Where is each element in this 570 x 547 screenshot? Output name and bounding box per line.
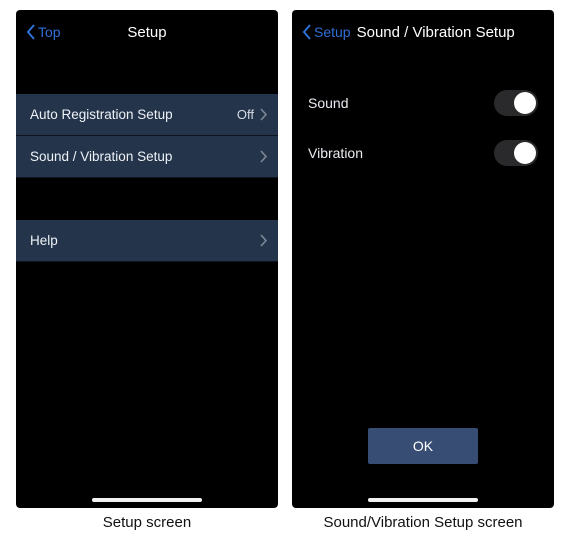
- row-label: Help: [30, 233, 260, 248]
- row-auto-registration-setup[interactable]: Auto Registration Setup Off: [16, 94, 278, 136]
- chevron-right-icon: [260, 108, 268, 121]
- chevron-right-icon: [260, 150, 268, 163]
- vibration-toggle[interactable]: [494, 140, 538, 166]
- spacer: [16, 178, 278, 220]
- back-button[interactable]: Top: [26, 24, 61, 40]
- home-indicator[interactable]: [368, 498, 478, 502]
- navbar: Setup Sound / Vibration Setup: [292, 10, 554, 54]
- toggle-row-vibration: Vibration: [292, 124, 554, 174]
- sound-toggle[interactable]: [494, 90, 538, 116]
- toggle-row-sound: Sound: [292, 74, 554, 124]
- sound-vibration-setup-screen: Setup Sound / Vibration Setup Sound Vibr…: [292, 10, 554, 508]
- back-label: Setup: [314, 24, 351, 40]
- caption-left: Setup screen: [16, 514, 278, 531]
- home-indicator[interactable]: [92, 498, 202, 502]
- toggle-label: Sound: [308, 95, 494, 111]
- setup-screen: Top Setup Auto Registration Setup Off So…: [16, 10, 278, 508]
- toggle-knob: [514, 142, 536, 164]
- ok-button-label: OK: [413, 438, 433, 454]
- ok-button[interactable]: OK: [368, 428, 478, 464]
- row-value: Off: [237, 107, 254, 122]
- row-label: Sound / Vibration Setup: [30, 149, 260, 164]
- caption-right: Sound/Vibration Setup screen: [292, 514, 554, 531]
- spacer: [292, 54, 554, 74]
- toggle-knob: [514, 92, 536, 114]
- chevron-left-icon: [26, 24, 36, 40]
- page-title: Sound / Vibration Setup: [357, 24, 515, 41]
- spacer: [16, 54, 278, 94]
- navbar: Top Setup: [16, 10, 278, 54]
- row-sound-vibration-setup[interactable]: Sound / Vibration Setup: [16, 136, 278, 178]
- row-label: Auto Registration Setup: [30, 107, 237, 122]
- chevron-left-icon: [302, 24, 312, 40]
- chevron-right-icon: [260, 234, 268, 247]
- row-help[interactable]: Help: [16, 220, 278, 262]
- toggle-label: Vibration: [308, 145, 494, 161]
- back-button[interactable]: Setup: [302, 24, 351, 40]
- back-label: Top: [38, 24, 61, 40]
